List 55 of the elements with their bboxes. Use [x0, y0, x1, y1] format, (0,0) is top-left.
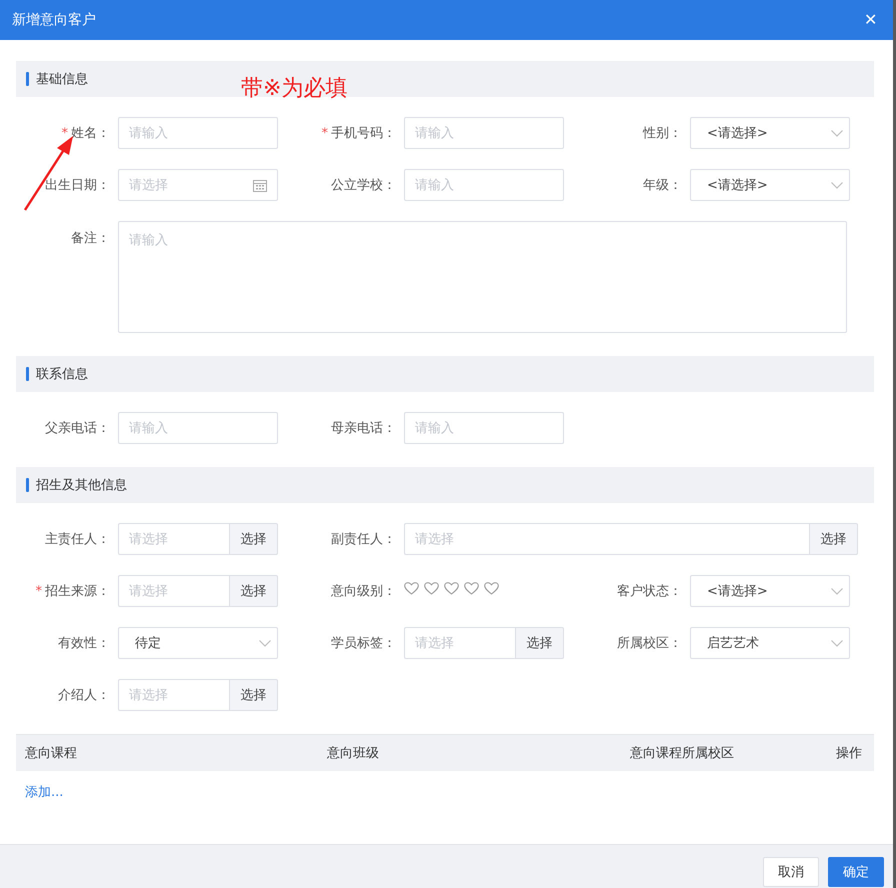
- field-label: 学员标签：: [331, 636, 396, 651]
- heart-icon[interactable]: [424, 582, 439, 594]
- field-label: 手机号码：: [331, 126, 396, 141]
- select-button[interactable]: 选择: [809, 523, 858, 555]
- close-button[interactable]: ✕: [860, 10, 881, 30]
- confirm-button[interactable]: 确定: [828, 856, 884, 886]
- select-field[interactable]: 启艺艺术: [690, 627, 850, 659]
- column-header: 意向班级: [327, 745, 379, 762]
- field-label: 客户状态：: [617, 584, 682, 599]
- heart-icon[interactable]: [484, 582, 499, 594]
- field-label: 所属校区：: [617, 636, 682, 651]
- field-label: 父亲电话：: [45, 421, 110, 436]
- column-header: 意向课程所属校区: [630, 745, 734, 762]
- column-header: 操作: [836, 745, 862, 762]
- field-label: 介绍人：: [58, 688, 110, 703]
- field-label: 年级：: [643, 178, 682, 193]
- chevron-down-icon: [831, 588, 843, 594]
- field-label: 备注：: [71, 231, 110, 246]
- chevron-down-icon: [831, 130, 843, 136]
- select-button[interactable]: 选择: [229, 523, 278, 555]
- required-asterisk: *: [62, 126, 68, 141]
- field-label: 招生来源：: [45, 584, 110, 599]
- chevron-down-icon: [259, 640, 271, 646]
- heart-icon[interactable]: [464, 582, 479, 594]
- select-button[interactable]: 选择: [229, 679, 278, 711]
- required-asterisk: *: [322, 126, 328, 141]
- field-label: 主责任人：: [45, 532, 110, 547]
- field-label: 姓名：: [71, 126, 110, 141]
- field-label: 性别：: [643, 126, 682, 141]
- select-field[interactable]: <请选择>: [690, 575, 850, 607]
- section-title: 招生及其他信息: [36, 477, 127, 494]
- select-field[interactable]: 待定: [118, 627, 278, 659]
- select-button[interactable]: 选择: [229, 575, 278, 607]
- field-label: 有效性：: [58, 636, 110, 651]
- select-field[interactable]: <请选择>: [690, 117, 850, 149]
- field-label: 公立学校：: [331, 178, 396, 193]
- cancel-button[interactable]: 取消: [763, 856, 819, 886]
- required-asterisk: *: [36, 584, 42, 599]
- add-link[interactable]: 添加...: [25, 785, 64, 800]
- window-title: 新增意向客户: [12, 11, 96, 29]
- annotation-text: 带※为必填: [241, 75, 348, 103]
- chevron-down-icon: [831, 640, 843, 646]
- calendar-icon: [253, 178, 267, 192]
- heart-icon[interactable]: [404, 582, 419, 594]
- select-field[interactable]: <请选择>: [690, 169, 850, 201]
- field-label: 出生日期：: [45, 178, 110, 193]
- chevron-down-icon: [831, 182, 843, 188]
- section-title: 基础信息: [36, 71, 88, 88]
- section-title: 联系信息: [36, 366, 88, 383]
- heart-icon[interactable]: [444, 582, 459, 594]
- field-label: 母亲电话：: [331, 421, 396, 436]
- field-label: 副责任人：: [331, 532, 396, 547]
- field-label: 意向级别：: [331, 584, 396, 599]
- column-header: 意向课程: [25, 745, 77, 762]
- select-button[interactable]: 选择: [515, 627, 564, 659]
